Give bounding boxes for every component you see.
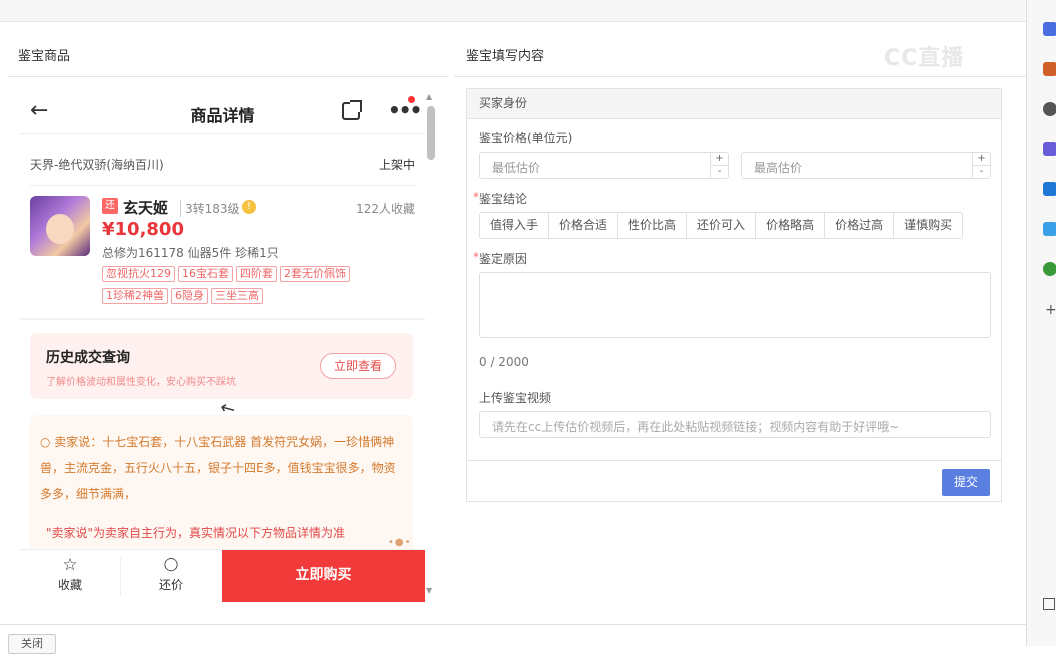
app-icon-1[interactable] [1043, 22, 1056, 36]
send-icon[interactable] [1043, 222, 1056, 236]
seller-note-card: ○ 卖家说：十七宝石套，十八宝石武器 首发符咒女娲，一珍惜俩神兽，主流克金，五行… [30, 415, 413, 555]
attribute-chip: 忽视抗火129 [102, 266, 175, 282]
video-link-input[interactable]: 请先在cc上传估价视频后，再在此处粘贴视频链接；视频内容有助于好评哦~ [479, 411, 991, 438]
add-icon[interactable]: + [1045, 302, 1056, 318]
divider [467, 460, 1001, 461]
seller-text: 卖家说：十七宝石套，十八宝石武器 首发符咒女娲，一珍惜俩神兽，主流克金，五行火八… [40, 435, 396, 501]
favorite-label: 收藏 [57, 578, 82, 592]
screenshot-icon[interactable] [1043, 598, 1055, 610]
verdict-options: 值得入手 价格合适 性价比高 还价可入 价格略高 价格过高 谨慎购买 [479, 212, 964, 239]
decrement-icon[interactable]: - [711, 165, 728, 177]
notification-dot [408, 96, 415, 103]
view-history-button[interactable]: 立即查看 [320, 353, 396, 379]
verdict-option[interactable]: 性价比高 [618, 213, 688, 238]
share-icon[interactable] [342, 100, 362, 120]
bottom-action-bar: ☆ 收藏 ◯ 还价 立即购买 [20, 549, 425, 602]
product-detail-panel: ← 商品详情 ••• 天界-绝代双骄(海纳百川) 上架中 还 玄天姬 3转183… [20, 90, 425, 602]
increment-icon[interactable]: + [973, 153, 990, 165]
video-link-placeholder: 请先在cc上传估价视频后，再在此处粘贴视频链接；视频内容有助于好评哦~ [492, 420, 900, 434]
price: ¥10,800 [102, 219, 184, 240]
server-name: 天界-绝代双骄(海纳百川) [30, 158, 164, 172]
right-panel-title: 鉴宝填写内容 [466, 49, 545, 64]
attribute-chip: 6隐身 [171, 288, 208, 304]
watermark: CC直播 [884, 46, 965, 71]
divider [30, 185, 415, 186]
attributes: 总修为161178 仙器5件 珍稀1只 [102, 246, 279, 260]
max-price-placeholder: 最高估价 [754, 161, 803, 175]
decrement-icon[interactable]: - [973, 165, 990, 177]
min-price-stepper[interactable]: + - [710, 153, 728, 178]
seller-disclaimer: "卖家说"为卖家自主行为，真实情况以下方物品详情为准 [46, 526, 346, 540]
submit-button[interactable]: 提交 [942, 469, 990, 496]
character-name: 玄天姬 [123, 199, 169, 217]
verdict-label: * 鉴宝结论 [473, 190, 528, 206]
close-button[interactable]: 关闭 [8, 634, 56, 654]
info-icon[interactable]: ! [242, 200, 256, 214]
favorite-count: 122人收藏 [356, 202, 415, 216]
divider [0, 624, 1026, 625]
verdict-option[interactable]: 价格合适 [549, 213, 619, 238]
bargain-label: 还价 [158, 578, 183, 592]
verdict-option[interactable]: 价格略高 [756, 213, 826, 238]
scrollbar[interactable]: ▲ ▼ [426, 92, 436, 600]
min-price-placeholder: 最低估价 [492, 161, 541, 175]
verdict-label-text: 鉴宝结论 [479, 192, 528, 206]
reason-textarea[interactable] [479, 272, 991, 338]
bargain-button[interactable]: ◯ 还价 [121, 550, 221, 602]
scroll-down-icon[interactable]: ▼ [426, 586, 432, 595]
copilot-icon[interactable] [1043, 142, 1056, 156]
divider [20, 318, 425, 320]
tree-icon[interactable] [1043, 262, 1056, 276]
buy-now-button[interactable]: 立即购买 [222, 550, 425, 602]
attribute-chip: 1珍稀2神兽 [102, 288, 168, 304]
history-title: 历史成交查询 [46, 350, 130, 366]
attribute-chip: 四阶套 [236, 266, 277, 282]
verdict-option[interactable]: 价格过高 [825, 213, 895, 238]
divider [8, 76, 448, 77]
yen-icon: ◯ [163, 557, 179, 572]
appraisal-form: 买家身份 鉴宝价格(单位元) 最低估价 + - 最高估价 + - * 鉴宝结论 值得入… [466, 88, 1002, 502]
history-subtitle: 了解价格波动和属性变化，安心购买不踩坑 [46, 377, 236, 388]
min-price-input[interactable]: 最低估价 + - [479, 152, 729, 179]
verdict-option[interactable]: 谨慎购买 [894, 213, 962, 238]
character-avatar[interactable] [30, 196, 90, 256]
nav-bar: ← 商品详情 ••• [20, 90, 425, 134]
history-card: 历史成交查询 了解价格波动和属性变化，安心购买不踩坑 立即查看 [30, 333, 413, 399]
increment-icon[interactable]: + [711, 153, 728, 165]
briefcase-icon[interactable] [1043, 62, 1056, 76]
attribute-chip: 2套无价佩饰 [280, 266, 350, 282]
left-panel-title: 鉴宝商品 [18, 49, 71, 64]
attribute-chip: 三坐三高 [211, 288, 263, 304]
person-icon[interactable] [1043, 102, 1056, 116]
outlook-icon[interactable] [1043, 182, 1056, 196]
price-label: 鉴宝价格(单位元) [479, 131, 573, 145]
max-price-input[interactable]: 最高估价 + - [741, 152, 991, 179]
divider [454, 76, 1026, 77]
chip-row-1: 忽视抗火129 16宝石套 四阶套 2套无价佩饰 [102, 266, 402, 282]
max-price-stepper[interactable]: + - [972, 153, 990, 178]
verdict-option[interactable]: 还价可入 [687, 213, 757, 238]
star-icon: ☆ [62, 555, 78, 575]
chip-row-2: 1珍稀2神兽 6隐身 三坐三高 [102, 288, 402, 304]
top-bar [0, 0, 1026, 22]
page-title: 商品详情 [190, 106, 255, 125]
verdict-option[interactable]: 值得入手 [480, 213, 550, 238]
seller-description: ○ 卖家说：十七宝石套，十八宝石武器 首发符咒女娲，一珍惜俩神兽，主流克金，五行… [40, 435, 396, 501]
reason-label: * 鉴定原因 [473, 250, 528, 266]
right-toolbar: + [1026, 0, 1056, 646]
more-icon[interactable]: ••• [388, 98, 422, 122]
attribute-chip: 16宝石套 [178, 266, 233, 282]
char-counter: 0 / 2000 [479, 355, 529, 369]
favorite-button[interactable]: ☆ 收藏 [20, 550, 120, 602]
video-label: 上传鉴宝视频 [479, 391, 552, 405]
character-level: 3转183级 [180, 200, 240, 217]
scroll-up-icon[interactable]: ▲ [426, 92, 432, 101]
scroll-thumb[interactable] [427, 106, 435, 160]
pager-dots: •●• [388, 537, 412, 548]
listing-status: 上架中 [378, 158, 415, 172]
bargain-tag: 还 [102, 198, 118, 214]
reason-label-text: 鉴定原因 [479, 252, 528, 266]
form-section-title: 买家身份 [467, 89, 1001, 119]
server-row: 天界-绝代双骄(海纳百川) 上架中 [30, 156, 415, 173]
